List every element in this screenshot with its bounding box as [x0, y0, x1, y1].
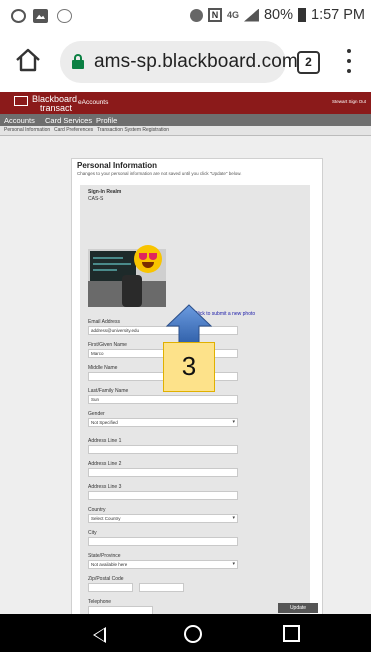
first-name-label: First/Given Name: [88, 342, 127, 348]
status-bar: N 4G 80% 1:57 PM: [0, 0, 371, 32]
telephone-label: Telephone: [88, 599, 112, 605]
home-icon[interactable]: [14, 46, 42, 74]
up-arrow-icon: [166, 304, 212, 346]
last-name-field[interactable]: Sun: [88, 395, 238, 404]
sign-in-realm-value: CAS-S: [88, 196, 104, 202]
overflow-menu-icon[interactable]: [346, 49, 352, 73]
state-select[interactable]: Not available here: [88, 560, 238, 569]
header-user-links[interactable]: Stewart Sign Out: [332, 99, 366, 104]
main-nav: Accounts Card Services Profile: [0, 114, 371, 126]
telephone-field[interactable]: [88, 606, 153, 614]
heart-eyes-emoji-icon: [134, 245, 162, 273]
sub-nav: Personal Information Card Preferences Tr…: [0, 126, 371, 136]
sign-in-realm-label: Sign-In Realm: [88, 189, 122, 195]
browser-toolbar: ams-sp.blackboard.com 2: [0, 32, 371, 92]
app-name: eAccounts: [78, 99, 109, 106]
back-icon[interactable]: [93, 627, 106, 643]
bluetooth-icon: [189, 8, 203, 22]
gender-select[interactable]: Not Specified: [88, 418, 238, 427]
battery-icon: [298, 8, 306, 22]
country-label: Country: [88, 507, 106, 513]
battery-percent: 80%: [263, 7, 293, 23]
address-line1-label: Address Line 1: [88, 438, 122, 444]
email-label: Email Address: [88, 319, 120, 325]
gender-label: Gender: [88, 411, 105, 417]
status-right: N 4G 80% 1:57 PM: [189, 7, 365, 23]
address-bar[interactable]: ams-sp.blackboard.com: [60, 41, 298, 83]
nav-accounts[interactable]: Accounts: [4, 116, 35, 125]
address-line2-label: Address Line 2: [88, 461, 122, 467]
nfc-icon: N: [207, 8, 222, 22]
zip-extension-field[interactable]: [139, 583, 184, 592]
url-text: ams-sp.blackboard.com: [94, 51, 298, 72]
address-line2-field[interactable]: [88, 468, 238, 477]
subnav-transaction-registration[interactable]: Transaction System Registration: [97, 127, 169, 133]
logo-line2: transact: [40, 103, 73, 113]
network-type-icon: 4G: [226, 10, 239, 20]
city-label: City: [88, 530, 97, 536]
gallery-icon: [33, 9, 48, 23]
email-field[interactable]: address@university.edu: [88, 326, 238, 335]
zip-label: Zip/Postal Code: [88, 576, 124, 582]
address-line3-label: Address Line 3: [88, 484, 122, 490]
recents-icon[interactable]: [283, 625, 300, 642]
tab-switcher-button[interactable]: 2: [297, 51, 320, 74]
circle-icon: [57, 9, 72, 23]
signal-icon: [243, 8, 259, 22]
update-button[interactable]: Update: [278, 603, 318, 613]
panel-subtitle: Changes to your personal information are…: [77, 171, 242, 176]
profile-form: Sign-In Realm CAS-S Click to submit a ne…: [80, 185, 318, 614]
last-name-label: Last/Family Name: [88, 388, 129, 394]
subnav-personal-info[interactable]: Personal Information: [4, 127, 50, 133]
profile-photo: [88, 235, 166, 307]
address-line3-field[interactable]: [88, 491, 238, 500]
city-field[interactable]: [88, 537, 238, 546]
nav-profile[interactable]: Profile: [96, 116, 117, 125]
address-line1-field[interactable]: [88, 445, 238, 454]
zip-field[interactable]: [88, 583, 133, 592]
country-select[interactable]: Select Country: [88, 514, 238, 523]
globe-icon: [11, 9, 26, 23]
site-header: Blackboard transact eAccounts Stewart Si…: [0, 92, 371, 114]
lock-icon: [72, 54, 84, 69]
subnav-card-preferences[interactable]: Card Preferences: [54, 127, 93, 133]
state-label: State/Province: [88, 553, 121, 559]
home-circle-icon[interactable]: [184, 625, 202, 643]
panel-title: Personal Information: [77, 161, 158, 170]
middle-name-label: Middle Name: [88, 365, 118, 371]
nav-card-services[interactable]: Card Services: [45, 116, 92, 125]
clock: 1:57 PM: [311, 7, 365, 23]
step-callout: 3: [163, 342, 215, 392]
